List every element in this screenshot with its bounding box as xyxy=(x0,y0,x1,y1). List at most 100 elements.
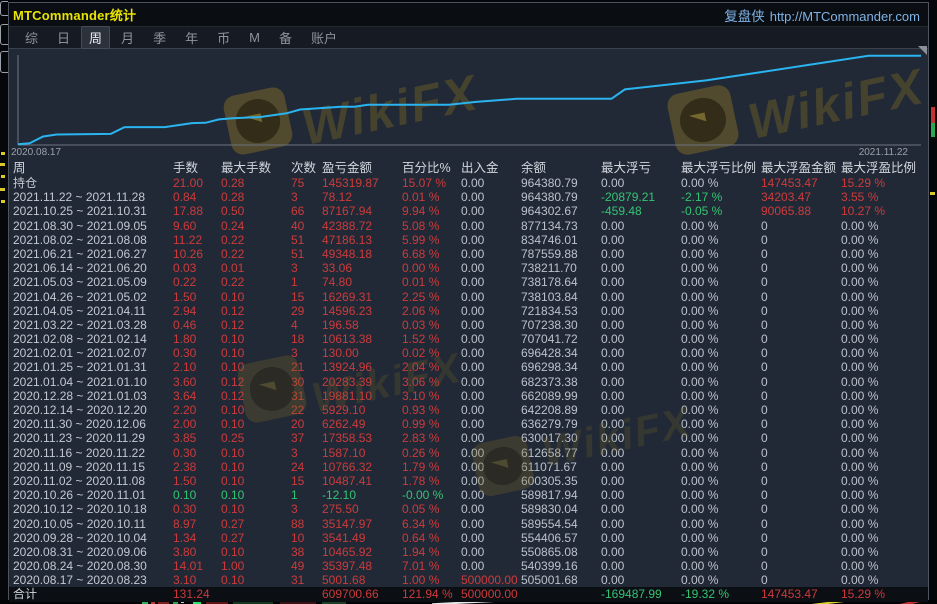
cell-11: 3.55 % xyxy=(841,190,928,204)
cell-9: 0.00 % xyxy=(681,290,761,304)
cell-7: 877134.73 xyxy=(521,219,601,233)
table-row[interactable]: 2021.08.02 ~ 2021.08.0811.220.225147186.… xyxy=(9,233,928,247)
table-row[interactable]: 2020.09.28 ~ 2020.10.041.340.27103541.49… xyxy=(9,531,928,545)
column-header-6[interactable]: 出入金 xyxy=(461,161,521,176)
table-row[interactable]: 2020.10.12 ~ 2020.10.180.300.103275.500.… xyxy=(9,502,928,516)
cell-7: 642208.89 xyxy=(521,403,601,417)
menu-tab-年[interactable]: 年 xyxy=(177,26,206,49)
cell-5: 3.10 % xyxy=(402,389,461,403)
table-row[interactable]: 2021.08.30 ~ 2021.09.059.600.244042388.7… xyxy=(9,219,928,233)
table-total-row[interactable]: 合计131.24609700.66121.94 %500000.00-16948… xyxy=(9,587,928,601)
column-header-5[interactable]: 百分比% xyxy=(402,161,461,176)
column-header-4[interactable]: 盈亏金额 xyxy=(322,161,402,176)
table-row[interactable]: 2021.04.05 ~ 2021.04.112.940.122914596.2… xyxy=(9,304,928,318)
cell-1: 1.50 xyxy=(173,474,221,488)
cell-9: 0.00 % xyxy=(681,275,761,289)
cell-3: 1 xyxy=(291,488,322,502)
cell-3: 66 xyxy=(291,204,322,218)
table-row[interactable]: 2020.11.30 ~ 2020.12.062.000.10206262.49… xyxy=(9,417,928,431)
brand-url[interactable]: http://MTCommander.com xyxy=(770,9,920,24)
table-row[interactable]: 2021.11.22 ~ 2021.11.280.840.28378.120.0… xyxy=(9,190,928,204)
table-row[interactable]: 2021.02.01 ~ 2021.02.070.300.103130.000.… xyxy=(9,346,928,360)
cell-1: 2.00 xyxy=(173,417,221,431)
cell-1: 0.30 xyxy=(173,346,221,360)
table-row[interactable]: 2020.10.05 ~ 2020.10.118.970.278835147.9… xyxy=(9,517,928,531)
cell-11: 0.00 % xyxy=(841,360,928,374)
cell-9: 0.00 % xyxy=(681,460,761,474)
table-row[interactable]: 2020.12.14 ~ 2020.12.202.200.10225929.10… xyxy=(9,403,928,417)
cell-7: 682373.38 xyxy=(521,375,601,389)
cell-10: 34203.47 xyxy=(761,190,841,204)
menu-tab-季[interactable]: 季 xyxy=(145,26,174,49)
table-row[interactable]: 2021.02.08 ~ 2021.02.141.800.101810613.3… xyxy=(9,332,928,346)
cell-9: 0.00 % xyxy=(681,332,761,346)
cell-0: 2021.04.26 ~ 2021.05.02 xyxy=(13,290,173,304)
menu-tab-周[interactable]: 周 xyxy=(81,26,110,49)
column-header-1[interactable]: 手数 xyxy=(173,161,221,176)
cell-6: 0.00 xyxy=(461,190,521,204)
cell-2: 0.25 xyxy=(221,431,291,445)
cell-11: 0.00 % xyxy=(841,545,928,559)
table-row[interactable]: 2021.01.04 ~ 2021.01.103.600.123020283.3… xyxy=(9,375,928,389)
menu-tab-币[interactable]: 币 xyxy=(209,26,238,49)
cell-3: 10 xyxy=(291,531,322,545)
table-row[interactable]: 2020.11.16 ~ 2020.11.220.300.1031587.100… xyxy=(9,446,928,460)
cell-0: 2020.10.12 ~ 2020.10.18 xyxy=(13,502,173,516)
table-row[interactable]: 2021.04.26 ~ 2021.05.021.500.101516269.3… xyxy=(9,290,928,304)
column-header-10[interactable]: 最大浮盈金额 xyxy=(761,161,841,176)
table-row[interactable]: 2020.10.26 ~ 2020.11.010.100.101-12.10-0… xyxy=(9,488,928,502)
cell-1: 2.94 xyxy=(173,304,221,318)
column-header-0[interactable]: 周 xyxy=(13,161,173,176)
column-header-11[interactable]: 最大浮盈比例 xyxy=(841,161,928,176)
table-row[interactable]: 2020.11.23 ~ 2020.11.293.850.253717358.5… xyxy=(9,431,928,445)
menu-tab-综[interactable]: 综 xyxy=(17,26,46,49)
cell-0: 持仓 xyxy=(13,176,173,190)
table-row[interactable]: 2020.08.24 ~ 2020.08.3014.011.004935397.… xyxy=(9,559,928,573)
menu-tab-备[interactable]: 备 xyxy=(271,26,300,49)
table-row[interactable]: 2021.06.14 ~ 2021.06.200.030.01333.060.0… xyxy=(9,261,928,275)
cell-7: 787559.88 xyxy=(521,247,601,261)
menu-tab-月[interactable]: 月 xyxy=(113,26,142,49)
table-row[interactable]: 2020.11.09 ~ 2020.11.152.380.102410766.3… xyxy=(9,460,928,474)
table-row[interactable]: 2021.03.22 ~ 2021.03.280.460.124196.580.… xyxy=(9,318,928,332)
table-row[interactable]: 2021.05.03 ~ 2021.05.090.220.22174.800.0… xyxy=(9,275,928,289)
menu-tab-日[interactable]: 日 xyxy=(49,26,78,49)
cell-9: -0.05 % xyxy=(681,204,761,218)
cell-0: 2021.04.05 ~ 2021.04.11 xyxy=(13,304,173,318)
cell-5: 0.00 % xyxy=(402,261,461,275)
menu-tab-M[interactable]: M xyxy=(241,28,268,47)
cell-8: -20879.21 xyxy=(601,190,681,204)
cell-0: 2021.02.01 ~ 2021.02.07 xyxy=(13,346,173,360)
cell-4: 609700.66 xyxy=(322,587,402,601)
column-header-9[interactable]: 最大浮亏比例 xyxy=(681,161,761,176)
cell-7: 611071.67 xyxy=(521,460,601,474)
table-row[interactable]: 2020.11.02 ~ 2020.11.081.500.101510487.4… xyxy=(9,474,928,488)
table-row[interactable]: 2021.06.21 ~ 2021.06.2710.260.225149348.… xyxy=(9,247,928,261)
cell-1: 21.00 xyxy=(173,176,221,190)
table-row[interactable]: 2020.08.31 ~ 2020.09.063.800.103810465.9… xyxy=(9,545,928,559)
column-header-8[interactable]: 最大浮亏 xyxy=(601,161,681,176)
table-row[interactable]: 2020.12.28 ~ 2021.01.033.640.123119881.1… xyxy=(9,389,928,403)
column-header-2[interactable]: 最大手数 xyxy=(221,161,291,176)
cell-1: 10.26 xyxy=(173,247,221,261)
cell-11: 0.00 % xyxy=(841,219,928,233)
menu-tab-账户[interactable]: 账户 xyxy=(303,26,345,49)
table-row[interactable]: 2021.01.25 ~ 2021.01.312.100.102113924.9… xyxy=(9,360,928,374)
column-header-7[interactable]: 余额 xyxy=(521,161,601,176)
cell-4: 49348.18 xyxy=(322,247,402,261)
menu-bar: 综日周月季年币M备账户 xyxy=(9,27,928,49)
cell-3: 51 xyxy=(291,247,322,261)
column-header-3[interactable]: 次数 xyxy=(291,161,322,176)
table-row[interactable]: 持仓21.000.2875145319.8715.07 %0.00964380.… xyxy=(9,176,928,190)
cell-2: 0.01 xyxy=(221,261,291,275)
cell-8: 0.00 xyxy=(601,460,681,474)
cell-2: 0.10 xyxy=(221,545,291,559)
table-row[interactable]: 2020.08.17 ~ 2020.08.233.100.10315001.68… xyxy=(9,573,928,587)
cell-0: 2020.11.30 ~ 2020.12.06 xyxy=(13,417,173,431)
cell-4: 33.06 xyxy=(322,261,402,275)
cell-4: 42388.72 xyxy=(322,219,402,233)
table-row[interactable]: 2021.10.25 ~ 2021.10.3117.880.506687167.… xyxy=(9,204,928,218)
scroll-grip-icon[interactable] xyxy=(918,46,927,55)
brand-link[interactable]: 复盘侠http://MTCommander.com xyxy=(724,5,920,25)
cell-1: 2.10 xyxy=(173,360,221,374)
